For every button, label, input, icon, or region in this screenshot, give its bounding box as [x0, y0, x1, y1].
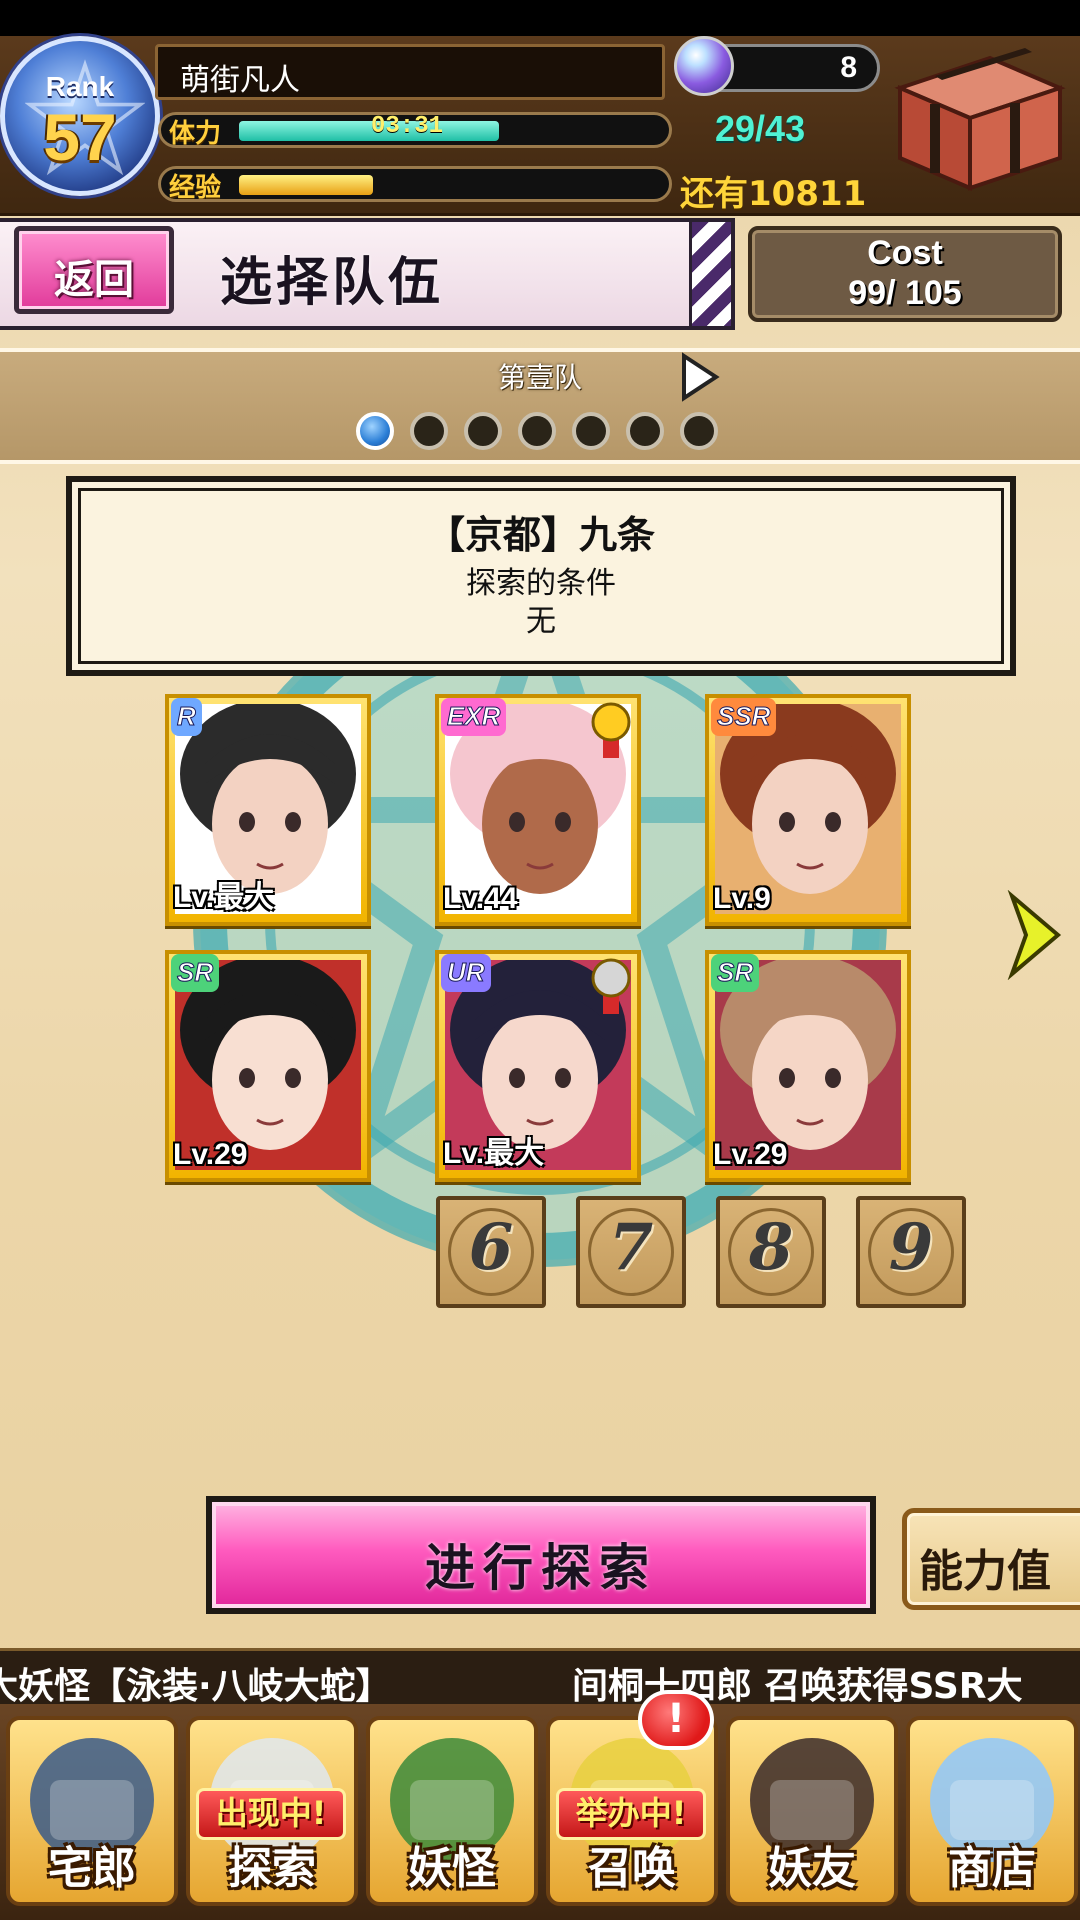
rarity-badge: EXR: [441, 698, 507, 736]
explore-button-label: 进行探索: [425, 1539, 657, 1597]
character-card[interactable]: R Lv.最大: [165, 694, 371, 926]
team-page-dot[interactable]: [626, 412, 664, 450]
exp-remaining: 还有10811: [680, 174, 867, 214]
team-page-dot[interactable]: [410, 412, 448, 450]
area-name: 【京都】九条: [426, 513, 655, 557]
ability-button-label: 能力值: [919, 1546, 1051, 1597]
nav-event-badge: 出现中!: [196, 1788, 346, 1840]
exp-bar: 经验: [158, 166, 672, 202]
rarity-badge: R: [171, 698, 202, 736]
nav-item-label: 宅郎: [48, 1843, 136, 1894]
gem-count: 8: [840, 51, 857, 84]
slot-number: 6: [468, 1210, 514, 1285]
explore-button[interactable]: 进行探索: [206, 1496, 876, 1614]
rarity-badge: SR: [171, 954, 220, 992]
rarity-badge: SR: [711, 954, 760, 992]
card-level: Lv.最大: [443, 1137, 545, 1170]
empty-slot[interactable]: 7: [576, 1196, 686, 1308]
nav-item-label: 召唤: [588, 1843, 676, 1894]
empty-slot[interactable]: 9: [856, 1196, 966, 1308]
status-bar: [0, 0, 1080, 36]
team-name: 第壹队: [497, 361, 582, 394]
stamina-timer: 03:31: [371, 113, 444, 140]
ability-button[interactable]: 能力值: [902, 1508, 1080, 1610]
cost-box: Cost 99/ 105: [748, 226, 1062, 322]
rarity-badge: UR: [441, 954, 491, 992]
card-level: Lv.最大: [173, 881, 275, 914]
nav-item[interactable]: 妖怪: [366, 1716, 538, 1906]
back-button[interactable]: 返回: [14, 226, 174, 314]
area-info-panel: 【京都】九条 探索的条件 无: [66, 476, 1016, 676]
page-title: 选择队伍: [220, 253, 445, 313]
character-card[interactable]: UR Lv.最大: [435, 950, 641, 1182]
nav-item-label: 妖友: [768, 1843, 856, 1894]
ticker-text-right: 间桐十四郎 召唤获得SSR大: [572, 1666, 1023, 1704]
ticker-text-left: 大妖怪【泳装·八岐大蛇】: [0, 1666, 392, 1704]
character-card[interactable]: EXR Lv.44: [435, 694, 641, 926]
news-ticker: 大妖怪【泳装·八岐大蛇】 间桐十四郎 召唤获得SSR大: [0, 1648, 1080, 1704]
team-page-dot[interactable]: [356, 412, 394, 450]
gem-orb-icon: [674, 36, 734, 96]
stamina-bar: 体力 03:31: [158, 112, 672, 148]
next-page-arrow-icon[interactable]: [1004, 890, 1064, 980]
gold-medal-icon: [591, 702, 631, 758]
card-level: Lv.29: [713, 1138, 788, 1171]
back-button-label: 返回: [54, 257, 134, 303]
treasure-chest-icon[interactable]: [880, 48, 1070, 198]
exp-fill: [239, 175, 374, 195]
nav-item-label: 商店: [948, 1843, 1036, 1894]
player-name: 萌街凡人: [180, 63, 300, 98]
exp-label: 经验: [169, 173, 222, 202]
team-page-dot[interactable]: [680, 412, 718, 450]
rarity-badge: SSR: [711, 698, 777, 736]
stamina-label: 体力: [169, 119, 222, 148]
nav-item-label: 探索: [228, 1843, 316, 1894]
card-level: Lv.44: [443, 882, 518, 915]
silver-medal-icon: [591, 958, 631, 1014]
character-card[interactable]: SSR Lv.9: [705, 694, 911, 926]
nav-item[interactable]: 商店: [906, 1716, 1078, 1906]
title-stripe: [689, 222, 731, 326]
card-level: Lv.9: [713, 882, 771, 915]
team-page-dot[interactable]: [464, 412, 502, 450]
next-team-arrow-icon[interactable]: [680, 352, 720, 402]
stamina-value: 29/43: [715, 108, 806, 149]
summon-alert-badge: !: [638, 1690, 714, 1750]
team-page-dot[interactable]: [572, 412, 610, 450]
card-level: Lv.29: [173, 1138, 248, 1171]
rank-value: 57: [43, 100, 117, 174]
slot-number: 9: [888, 1210, 934, 1285]
stamina-fill: [239, 121, 500, 141]
nav-item[interactable]: 探索 出现中!: [186, 1716, 358, 1906]
empty-slot[interactable]: 8: [716, 1196, 826, 1308]
nav-item[interactable]: 宅郎: [6, 1716, 178, 1906]
slot-number: 7: [608, 1210, 654, 1285]
nav-item-label: 妖怪: [408, 1843, 496, 1894]
condition-value: 无: [526, 604, 556, 639]
character-card[interactable]: SR Lv.29: [165, 950, 371, 1182]
empty-slot[interactable]: 6: [436, 1196, 546, 1308]
rank-badge[interactable]: Rank 57: [0, 36, 160, 196]
cost-label: Cost: [867, 234, 943, 272]
nav-item[interactable]: 妖友: [726, 1716, 898, 1906]
nav-event-badge: 举办中!: [556, 1788, 706, 1840]
cost-value: 99/ 105: [848, 274, 962, 312]
bottom-nav: 宅郎 探索 出现中! 妖怪 召唤 举办中! 妖友 商店: [0, 1704, 1080, 1920]
player-name-box: 萌街凡人: [155, 44, 665, 100]
character-card[interactable]: SR Lv.29: [705, 950, 911, 1182]
game-screen: Rank 57 萌街凡人 体力 03:31 经验 8 29/43 还有10811…: [0, 0, 1080, 1920]
slot-number: 8: [748, 1210, 794, 1285]
team-page-dot[interactable]: [518, 412, 556, 450]
